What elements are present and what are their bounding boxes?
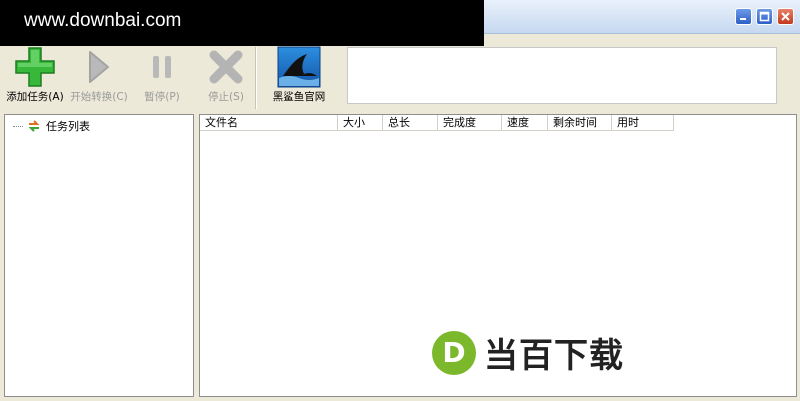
brand-text: 当百下载 xyxy=(484,336,624,376)
brand-logo: D 当百下载 xyxy=(432,328,624,377)
tree-item-task-list[interactable]: 任务列表 xyxy=(13,118,90,134)
maximize-icon xyxy=(759,11,770,22)
plus-icon xyxy=(15,47,55,87)
website-label: 黑鲨鱼官网 xyxy=(272,91,326,103)
pause-icon xyxy=(153,56,171,78)
column-header-duration[interactable]: 总长 xyxy=(383,115,438,131)
minimize-icon xyxy=(740,18,746,20)
watermark-banner: www.downbai.com xyxy=(0,0,484,46)
pause-label: 暂停(P) xyxy=(144,91,180,103)
close-button[interactable] xyxy=(777,8,794,25)
stop-label: 停止(S) xyxy=(208,91,244,103)
add-task-button[interactable]: 添加任务(A) xyxy=(3,47,67,111)
close-icon xyxy=(781,12,790,21)
column-header-filename[interactable]: 文件名 xyxy=(200,115,338,131)
maximize-button[interactable] xyxy=(756,8,773,25)
website-button[interactable]: 黑鲨鱼官网 xyxy=(264,46,334,111)
column-header-speed[interactable]: 速度 xyxy=(502,115,548,131)
tree-item-label: 任务列表 xyxy=(46,120,90,133)
info-panel xyxy=(347,47,777,104)
play-icon xyxy=(89,51,109,83)
toolbar-separator xyxy=(255,47,257,109)
brand-circle-icon: D xyxy=(432,330,476,375)
minimize-button[interactable] xyxy=(735,8,752,25)
pause-button[interactable]: 暂停(P) xyxy=(134,47,190,111)
column-header-size[interactable]: 大小 xyxy=(338,115,383,131)
task-tree[interactable]: 任务列表 xyxy=(4,114,194,397)
column-header-remaining-time[interactable]: 剩余时间 xyxy=(548,115,612,131)
refresh-arrows-icon xyxy=(28,120,40,132)
table-header: 文件名 大小 总长 完成度 速度 剩余时间 用时 xyxy=(200,115,674,132)
column-header-elapsed-time[interactable]: 用时 xyxy=(612,115,674,131)
tree-connector xyxy=(13,125,23,127)
brand-letter: D xyxy=(442,335,466,369)
shark-fin-icon xyxy=(277,46,321,88)
start-convert-label: 开始转换(C) xyxy=(70,91,128,103)
stop-button[interactable]: 停止(S) xyxy=(198,47,254,111)
x-icon xyxy=(209,50,243,84)
add-task-label: 添加任务(A) xyxy=(6,91,64,103)
start-convert-button[interactable]: 开始转换(C) xyxy=(67,47,131,111)
column-header-progress[interactable]: 完成度 xyxy=(438,115,502,131)
